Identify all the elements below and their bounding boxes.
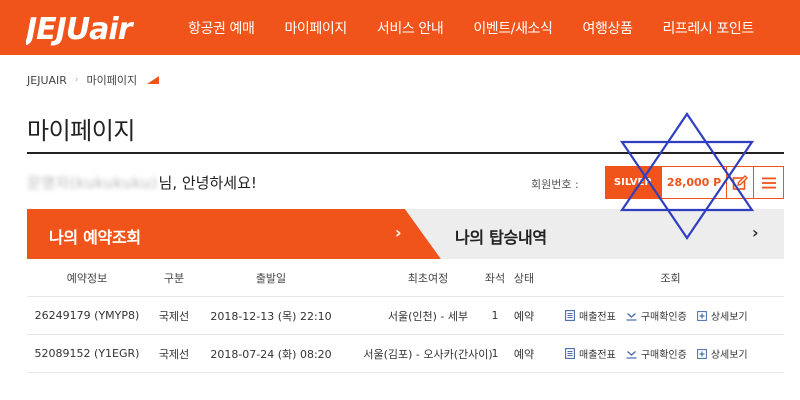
document-icon <box>565 310 575 321</box>
view-details-label: 상세보기 <box>710 350 748 361</box>
tab-my-boarding-history[interactable]: 나의 탑승내역 › <box>400 209 784 259</box>
breadcrumb-dropdown-icon[interactable] <box>147 76 160 84</box>
purchase-confirmation-label: 구매확인증 <box>640 350 687 361</box>
purchase-confirmation-button[interactable]: 구매확인증 <box>626 346 687 361</box>
purchase-confirmation-label: 구매확인증 <box>640 312 687 323</box>
sales-slip-button[interactable]: 매출전표 <box>565 346 616 361</box>
nav-events-news[interactable]: 이벤트/새소식 <box>473 18 553 38</box>
title-divider <box>27 152 784 154</box>
flight-type: 국제선 <box>158 309 190 323</box>
top-header: JEJUair 항공권 예매 마이페이지 서비스 안내 이벤트/새소식 여행상품… <box>0 0 800 55</box>
tab-my-reservations[interactable]: 나의 예약조회 › <box>27 209 441 259</box>
view-details-button[interactable]: 상세보기 <box>696 308 748 323</box>
row-actions: 매출전표 구매확인증 상세보기 <box>557 335 784 372</box>
hamburger-menu-icon <box>761 177 776 188</box>
table-row: 52089152 (Y1EGR) 국제선 2018-07-24 (화) 08:2… <box>27 335 784 373</box>
col-header-date: 출발일 <box>255 272 287 285</box>
menu-button[interactable] <box>754 166 784 199</box>
breadcrumb-home[interactable]: JEJUAIR <box>27 74 67 87</box>
edit-icon <box>732 174 748 190</box>
booking-status: 예약 <box>513 347 535 361</box>
document-icon <box>565 348 575 359</box>
member-number-label: 회원번호 : <box>531 178 579 191</box>
col-header-view: 조회 <box>660 272 681 285</box>
download-icon <box>626 349 637 359</box>
col-header-status: 상태 <box>513 272 535 285</box>
booking-number: 26249179 (YMYP8) <box>34 309 140 322</box>
greeting: 문명자(kukukuku) 님, 안녕하세요! <box>27 172 257 193</box>
nav-travel-products[interactable]: 여행상품 <box>583 18 633 38</box>
nav-refresh-point[interactable]: 리프레시 포인트 <box>662 18 754 38</box>
tab-boarding-label: 나의 탑승내역 <box>455 228 547 247</box>
sales-slip-button[interactable]: 매출전표 <box>565 308 616 323</box>
sales-slip-label: 매출전표 <box>579 350 616 361</box>
flight-type: 국제선 <box>158 347 190 361</box>
booking-number: 52089152 (Y1EGR) <box>34 347 140 360</box>
tab-reservation-label: 나의 예약조회 <box>49 228 141 247</box>
view-details-label: 상세보기 <box>710 312 748 323</box>
points-balance[interactable]: 28,000 P <box>661 166 727 199</box>
table-row: 26249179 (YMYP8) 국제선 2018-12-13 (목) 22:1… <box>27 297 784 335</box>
plus-icon <box>696 310 707 321</box>
col-header-type: 구분 <box>163 272 185 285</box>
nav-mypage[interactable]: 마이페이지 <box>284 18 347 38</box>
col-header-seats: 좌석 <box>484 272 506 285</box>
purchase-confirmation-button[interactable]: 구매확인증 <box>626 308 687 323</box>
view-details-button[interactable]: 상세보기 <box>696 346 748 361</box>
plus-icon <box>696 348 707 359</box>
breadcrumb-current: 마이페이지 <box>86 74 138 87</box>
departure-date: 2018-07-24 (화) 08:20 <box>210 347 332 361</box>
svg-text:JEJUair: JEJUair <box>26 12 135 46</box>
seat-count: 1 <box>491 309 499 322</box>
member-grade-badge: SILVER <box>605 166 661 199</box>
nav-flight-booking[interactable]: 항공권 예매 <box>188 18 255 38</box>
main-nav: 항공권 예매 마이페이지 서비스 안내 이벤트/새소식 여행상품 리프레시 포인… <box>188 0 754 55</box>
sales-slip-label: 매출전표 <box>579 312 616 323</box>
nav-service-info[interactable]: 서비스 안내 <box>377 18 444 38</box>
chevron-right-icon: › <box>752 223 759 242</box>
col-header-booking: 예약정보 <box>66 272 108 285</box>
departure-date: 2018-12-13 (목) 22:10 <box>210 309 332 323</box>
booking-status: 예약 <box>513 309 535 323</box>
reservation-table: 예약정보 구분 출발일 최초여정 좌석 상태 조회 26249179 (YMYP… <box>27 260 784 373</box>
page: JEJUair 항공권 예매 마이페이지 서비스 안내 이벤트/새소식 여행상품… <box>0 0 800 400</box>
edit-profile-button[interactable] <box>727 166 754 199</box>
seat-count: 1 <box>491 347 499 360</box>
breadcrumb: JEJUAIR › 마이페이지 <box>27 72 160 88</box>
member-name-blurred: 문명자(kukukuku) <box>27 174 158 192</box>
greeting-text: 님, 안녕하세요! <box>158 174 257 192</box>
page-title: 마이페이지 <box>27 117 135 145</box>
download-icon <box>626 311 637 321</box>
row-actions: 매출전표 구매확인증 상세보기 <box>557 297 784 334</box>
breadcrumb-separator-icon: › <box>74 75 79 85</box>
jejuair-logo[interactable]: JEJUair <box>26 10 176 46</box>
table-header-row: 예약정보 구분 출발일 최초여정 좌석 상태 조회 <box>27 260 784 297</box>
